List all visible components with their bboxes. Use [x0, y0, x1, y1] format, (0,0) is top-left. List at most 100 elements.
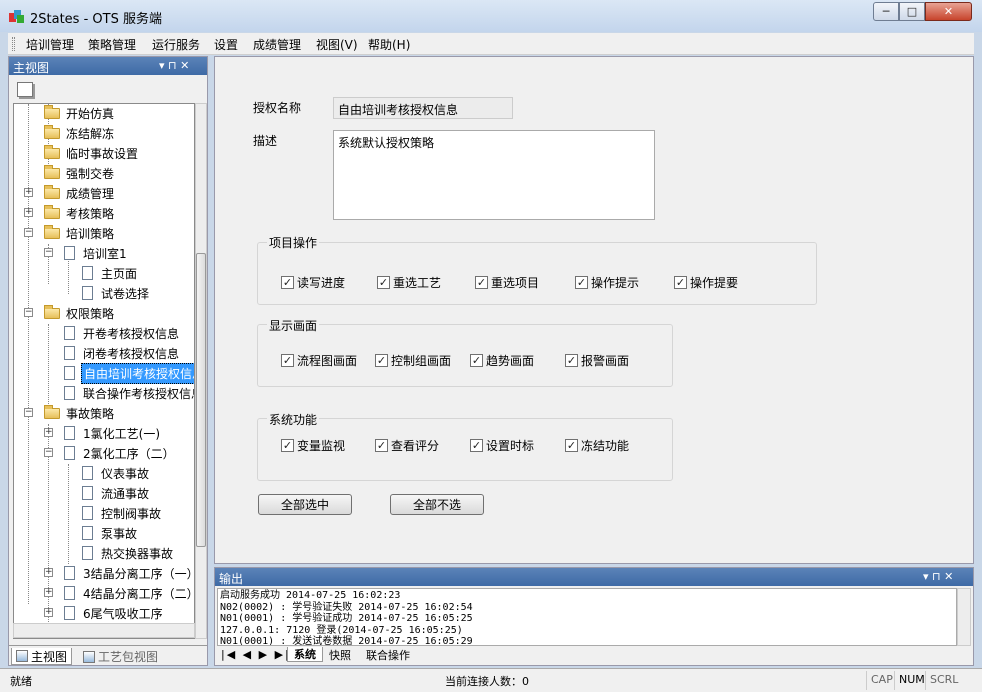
checkbox-operation-summary[interactable]: ✓ 操作提要	[674, 274, 738, 291]
tree-node[interactable]: 闭卷考核授权信息	[62, 344, 181, 362]
tree-node[interactable]: 强制交卷	[44, 164, 116, 182]
checkbox-operation-hint[interactable]: ✓ 操作提示	[575, 274, 639, 291]
folder-icon	[44, 184, 60, 199]
minimize-button[interactable]: ─	[873, 2, 899, 21]
expand-icon[interactable]: +	[44, 428, 53, 437]
menu-bar: 培训管理 策略管理 运行服务 设置 成绩管理 视图(V) 帮助(H)	[8, 33, 974, 55]
folder-icon	[44, 204, 60, 219]
output-pin-controls[interactable]: ▾ ⊓ ✕	[923, 570, 953, 583]
tree-node[interactable]: 临时事故设置	[44, 144, 140, 162]
tab-nav-arrows[interactable]: |◀ ◀ ▶ ▶|	[215, 647, 297, 662]
group-system-functions-title: 系统功能	[267, 411, 320, 428]
tree-node[interactable]: 6尾气吸收工序	[62, 604, 165, 622]
tree-node[interactable]: 主页面	[80, 264, 139, 282]
tree-node[interactable]: 4结晶分离工序（二）	[62, 584, 194, 602]
menu-view[interactable]: 视图(V)	[316, 36, 358, 53]
tab-process-package-view[interactable]: 工艺包视图	[79, 648, 162, 665]
log-line: N02(0002) : 学号验证失败 2014-07-25 16:02:54	[220, 601, 473, 613]
output-scrollbar[interactable]	[957, 588, 971, 646]
expand-icon[interactable]: +	[44, 588, 53, 597]
output-log[interactable]: 启动服务成功 2014-07-25 16:02:23 N02(0002) : 学…	[217, 588, 957, 646]
tab-main-view[interactable]: 主视图	[11, 648, 73, 665]
checkbox-variable-monitor[interactable]: ✓ 变量监视	[281, 437, 345, 454]
document-icon	[64, 566, 75, 580]
copy-icon[interactable]	[17, 82, 33, 97]
tree-node-selected[interactable]: 自由培训考核授权信息	[62, 362, 194, 384]
checkbox-alarm-screen[interactable]: ✓ 报警画面	[565, 352, 629, 369]
checkbox-reselect-process[interactable]: ✓ 重选工艺	[377, 274, 441, 291]
pane-pin-controls[interactable]: ▾ ⊓ ✕	[159, 59, 189, 72]
tree-node[interactable]: 成绩管理	[44, 184, 116, 202]
pane-header: 主视图 ▾ ⊓ ✕	[9, 57, 207, 75]
collapse-icon[interactable]: −	[24, 228, 33, 237]
document-icon	[64, 246, 75, 260]
select-all-button[interactable]: 全部选中	[258, 494, 352, 515]
tab-system[interactable]: 系统	[287, 647, 323, 662]
collapse-icon[interactable]: −	[44, 448, 53, 457]
strategy-tree[interactable]: 开始仿真 冻结解冻 临时事故设置 强制交卷 + 成绩管理 + 考核策略 − 培训…	[13, 103, 195, 639]
tree-node[interactable]: 冻结解冻	[44, 124, 116, 142]
checkbox-view-score[interactable]: ✓ 查看评分	[375, 437, 439, 454]
status-text: 就绪	[10, 675, 32, 688]
tree-node[interactable]: 事故策略	[44, 404, 116, 422]
folder-icon	[44, 304, 60, 319]
description-textarea[interactable]: 系统默认授权策略	[333, 130, 655, 220]
tree-node[interactable]: 2氯化工序（二）	[62, 444, 177, 462]
tree-node[interactable]: 3结晶分离工序（一）	[62, 564, 194, 582]
caps-indicator: CAP	[866, 671, 897, 690]
select-none-button[interactable]: 全部不选	[390, 494, 484, 515]
expand-icon[interactable]: +	[24, 188, 33, 197]
tree-node[interactable]: 仪表事故	[80, 464, 151, 482]
collapse-icon[interactable]: −	[24, 408, 33, 417]
checkbox-control-group-screen[interactable]: ✓ 控制组画面	[375, 352, 451, 369]
tree-node[interactable]: 试卷选择	[80, 284, 151, 302]
folder-icon	[44, 404, 60, 419]
tree-node[interactable]: 控制阀事故	[80, 504, 163, 522]
checkbox-read-write-progress[interactable]: ✓ 读写进度	[281, 274, 345, 291]
tree-horizontal-scrollbar[interactable]	[13, 623, 195, 638]
menu-run-service[interactable]: 运行服务	[152, 36, 200, 53]
checkbox-trend-screen[interactable]: ✓ 趋势画面	[470, 352, 534, 369]
checkbox-reselect-project[interactable]: ✓ 重选项目	[475, 274, 539, 291]
expand-icon[interactable]: +	[44, 608, 53, 617]
checkbox-freeze-function[interactable]: ✓ 冻结功能	[565, 437, 629, 454]
tree-node[interactable]: 联合操作考核授权信息	[62, 384, 194, 402]
maximize-button[interactable]: □	[899, 2, 925, 21]
tree-node[interactable]: 考核策略	[44, 204, 116, 222]
tree-node[interactable]: 热交换器事故	[80, 544, 175, 562]
tree-node[interactable]: 1氯化工艺(一)	[62, 424, 162, 442]
tree-scroll-thumb[interactable]	[196, 253, 206, 547]
tree-node[interactable]: 开卷考核授权信息	[62, 324, 181, 342]
menu-strategy[interactable]: 策略管理	[88, 36, 136, 53]
tree-node[interactable]: 流通事故	[80, 484, 151, 502]
expand-icon[interactable]: +	[24, 208, 33, 217]
tree-node[interactable]: 泵事故	[80, 524, 139, 542]
tree-node[interactable]: 权限策略	[44, 304, 116, 322]
auth-name-label: 授权名称	[253, 101, 302, 115]
tree-node[interactable]: 培训策略	[44, 224, 116, 242]
status-bar: 就绪 当前连接人数：0 CAP NUM SCRL	[0, 668, 982, 692]
collapse-icon[interactable]: −	[44, 248, 53, 257]
tree-node[interactable]: 培训室1	[62, 244, 129, 262]
tab-snapshot[interactable]: 快照	[323, 647, 357, 662]
output-tabs: |◀ ◀ ▶ ▶| 系统 快照 联合操作	[215, 647, 973, 665]
close-button[interactable]: ✕	[925, 2, 972, 21]
menu-training[interactable]: 培训管理	[26, 36, 74, 53]
auth-name-field[interactable]: 自由培训考核授权信息	[333, 97, 513, 119]
num-indicator: NUM	[894, 671, 929, 690]
menu-help[interactable]: 帮助(H)	[368, 36, 410, 53]
document-icon	[82, 466, 93, 480]
checkbox-flowchart-screen[interactable]: ✓ 流程图画面	[281, 352, 357, 369]
document-icon	[64, 586, 75, 600]
checkbox-set-timescale[interactable]: ✓ 设置时标	[470, 437, 534, 454]
tab-joint-operation[interactable]: 联合操作	[360, 647, 416, 662]
menu-scores[interactable]: 成绩管理	[253, 36, 301, 53]
output-header: 输出 ▾ ⊓ ✕	[215, 568, 973, 586]
menu-grip[interactable]	[12, 37, 15, 51]
expand-icon[interactable]: +	[44, 568, 53, 577]
log-line: 启动服务成功 2014-07-25 16:02:23	[220, 590, 401, 601]
maximize-icon: □	[906, 5, 918, 18]
collapse-icon[interactable]: −	[24, 308, 33, 317]
menu-settings[interactable]: 设置	[214, 36, 238, 53]
tree-node[interactable]: 开始仿真	[44, 104, 116, 122]
